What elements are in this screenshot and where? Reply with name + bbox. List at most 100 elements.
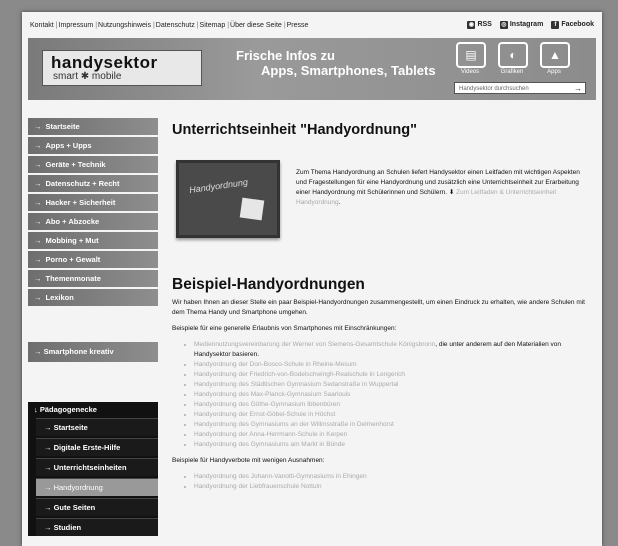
sub-item-unterrichtseinheiten[interactable]: → Unterrichtseinheiten <box>36 458 158 476</box>
intro-section: Handyordnung Zum Thema Handyordnung an S… <box>172 152 594 248</box>
nav-item-label: Porno + Gewalt <box>45 255 101 264</box>
paedagogenecke-label: Pädagogenecke <box>39 405 97 414</box>
top-link-impressum[interactable]: Impressum <box>59 22 94 29</box>
nav-item-datenschutz[interactable]: → Datenschutz + Recht <box>28 175 158 192</box>
sub-item-handyordnung[interactable]: → Handyordnung <box>36 478 158 496</box>
top-links: Kontakt |Impressum |Nutzungshinweis |Datens… <box>30 22 309 29</box>
arrow-icon: → <box>44 503 54 512</box>
sub-item-label: Startseite <box>53 423 88 432</box>
rss-label: RSS <box>477 21 492 28</box>
nav-item-label: Abo + Abzocke <box>45 217 100 226</box>
list-item-link[interactable]: Handyordnung der Don-Bosco-Schule in Rhe… <box>194 360 594 370</box>
arrow-icon: → <box>44 443 54 452</box>
top-link-sitemap[interactable]: Sitemap <box>200 22 226 29</box>
kreativ-label: Smartphone kreativ <box>43 347 114 356</box>
search-input[interactable]: Handysektor durchsuchen → <box>454 82 586 94</box>
nav-item-label: Themenmonate <box>45 274 101 283</box>
list-item-link[interactable]: Handyordnung des Gymnasiums an der Willm… <box>194 420 594 430</box>
apps-label: Apps <box>547 69 561 75</box>
top-link-presse[interactable]: Presse <box>287 22 309 29</box>
list-erlaubnis: Mediennutzungsvereinbarung der Werner vo… <box>172 340 594 450</box>
logo[interactable]: handysektor smart ✱ mobile <box>42 50 202 86</box>
nav-item-apps[interactable]: → Apps + Upps <box>28 137 158 154</box>
section-title: Beispiel-Handyordnungen <box>172 276 365 293</box>
video-icon: ▤ <box>456 42 486 68</box>
arrow-icon: → <box>34 255 42 264</box>
chalkboard-image: Handyordnung <box>176 160 280 238</box>
list-item-link[interactable]: Handyordnung des Max-Planck-Gymnasium Sa… <box>194 390 594 400</box>
paedagogenecke-menu: ↓ Pädagogenecke → Startseite → Digitale … <box>28 402 158 536</box>
list-item-link[interactable]: Mediennutzungsvereinbarung der Werner vo… <box>194 341 435 348</box>
arrow-icon: → <box>34 141 42 150</box>
list-item-link[interactable]: Handyordnung der Liebfrauenschule Nottul… <box>194 482 594 492</box>
list2-title: Beispiele für Handyverbote mit wenigen A… <box>172 457 325 464</box>
separator: | <box>196 21 199 29</box>
paedagogenecke-header[interactable]: ↓ Pädagogenecke <box>28 402 158 418</box>
sub-item-gute-seiten[interactable]: → Gute Seiten <box>36 498 158 516</box>
instagram-link[interactable]: ◎ Instagram <box>499 21 543 29</box>
facebook-link[interactable]: f Facebook <box>551 21 594 29</box>
list1-title: Beispiele für eine generelle Erlaubnis v… <box>172 325 397 332</box>
tagline: Frische Infos zu Apps, Smartphones, Tabl… <box>236 48 436 78</box>
nav-item-label: Hacker + Sicherheit <box>45 198 116 207</box>
main-content: Unterrichtseinheit "Handyordnung" Handyo… <box>172 118 594 498</box>
logo-main-text: handysektor <box>51 53 158 72</box>
arrow-icon: → <box>44 463 54 472</box>
nav-item-label: Mobbing + Mut <box>45 236 99 245</box>
top-bar: Kontakt |Impressum |Nutzungshinweis |Datens… <box>22 12 602 38</box>
page-title: Unterrichtseinheit "Handyordnung" <box>172 122 417 138</box>
instagram-icon: ◎ <box>499 21 508 29</box>
rss-link[interactable]: ◉ RSS <box>467 21 492 29</box>
nav-item-porno[interactable]: → Porno + Gewalt <box>28 251 158 268</box>
nav-item-startseite[interactable]: → Startseite <box>28 118 158 135</box>
nav-item-abo[interactable]: → Abo + Abzocke <box>28 213 158 230</box>
arrow-icon: → <box>34 217 42 226</box>
nav-item-label: Lexikon <box>45 293 74 302</box>
nav-item-hacker[interactable]: → Hacker + Sicherheit <box>28 194 158 211</box>
list-item-link[interactable]: Handyordnung der Friedrich-von-Bodelschw… <box>194 370 594 380</box>
facebook-label: Facebook <box>561 21 594 28</box>
arrow-icon: → <box>44 423 54 432</box>
separator: | <box>227 21 230 29</box>
list-item-link[interactable]: Handyordnung des Göthe-Gymnasium Ibbenbü… <box>194 400 594 410</box>
videos-button[interactable]: ▤ Videos <box>456 42 486 75</box>
top-link-datenschutz[interactable]: Datenschutz <box>156 22 195 29</box>
separator: | <box>283 21 286 29</box>
sub-item-erste-hilfe[interactable]: → Digitale Erste-Hilfe <box>36 438 158 456</box>
graphics-icon: ◐ <box>498 42 528 68</box>
intro-text-block: Zum Thema Handyordnung an Schulen liefer… <box>296 169 580 206</box>
page: Kontakt |Impressum |Nutzungshinweis |Datens… <box>22 12 602 546</box>
top-link-kontakt[interactable]: Kontakt <box>30 22 54 29</box>
paper-card <box>239 197 265 221</box>
grafiken-button[interactable]: ◐ Grafiken <box>498 42 528 75</box>
nav-item-geraete[interactable]: → Geräte + Technik <box>28 156 158 173</box>
search-arrow-icon[interactable]: → <box>574 83 582 95</box>
nav-item-smartphone-kreativ[interactable]: → Smartphone kreativ <box>28 342 158 362</box>
sidebar: → Startseite → Apps + Upps → Geräte + Techn… <box>28 118 158 538</box>
list-item-link[interactable]: Handyordnung des Gymnasiums am Markt in … <box>194 440 594 450</box>
separator: | <box>152 21 155 29</box>
list-item-link[interactable]: Handyordnung der Anna-Herrmann-Schule in… <box>194 430 594 440</box>
arrow-icon: → <box>44 483 54 492</box>
nav-item-label: Geräte + Technik <box>45 160 106 169</box>
list-item-link[interactable]: Handyordnung der Ernst-Göbel-Schule in H… <box>194 410 594 420</box>
nav-item-lexikon[interactable]: → Lexikon <box>28 289 158 306</box>
tagline-line-2: Apps, Smartphones, Tablets <box>261 63 436 78</box>
apps-button[interactable]: ▲ Apps <box>540 42 570 75</box>
nav-item-themenmonate[interactable]: → Themenmonate <box>28 270 158 287</box>
top-link-ueber[interactable]: Über diese Seite <box>230 22 282 29</box>
top-link-nutzungshinweis[interactable]: Nutzungshinweis <box>98 22 151 29</box>
main-nav: → Startseite → Apps + Upps → Geräte + Techn… <box>28 118 158 306</box>
nav-item-mobbing[interactable]: → Mobbing + Mut <box>28 232 158 249</box>
site-header: handysektor smart ✱ mobile Frische Infos… <box>28 38 596 100</box>
nav-item-label: Datenschutz + Recht <box>45 179 120 188</box>
list-item-link[interactable]: Handyordnung des Johann-Vanotti-Gymnasiu… <box>194 472 594 482</box>
sub-item-startseite[interactable]: → Startseite <box>36 418 158 436</box>
sub-item-studien[interactable]: → Studien <box>36 518 158 536</box>
list-item: Mediennutzungsvereinbarung der Werner vo… <box>194 340 594 360</box>
list-item-link[interactable]: Handyordnung des Städtischen Gymnasium S… <box>194 380 594 390</box>
arrow-icon: → <box>34 347 44 356</box>
list-verbote: Handyordnung des Johann-Vanotti-Gymnasiu… <box>172 472 594 492</box>
separator: | <box>55 21 58 29</box>
arrow-icon: → <box>34 122 42 131</box>
